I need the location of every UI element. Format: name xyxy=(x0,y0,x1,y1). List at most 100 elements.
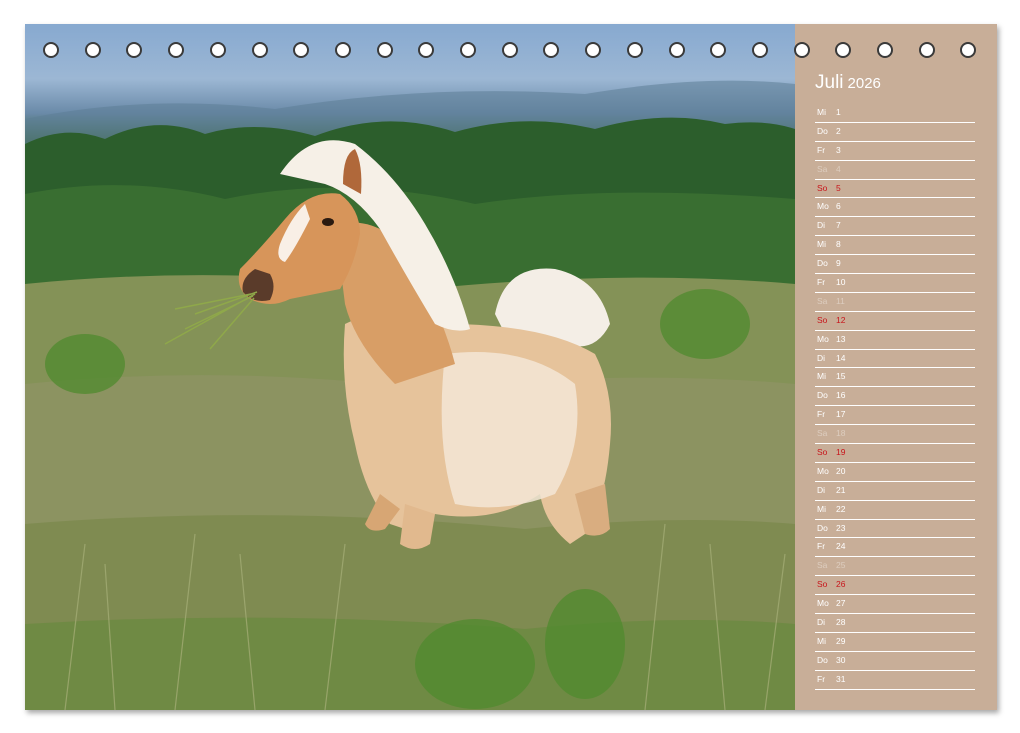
day-number: 17 xyxy=(836,409,846,420)
weekday-label: Fr xyxy=(817,277,826,288)
weekday-label: Mi xyxy=(817,503,826,514)
day-number: 14 xyxy=(836,352,846,363)
day-number: 18 xyxy=(836,428,846,439)
day-row: Mi 8 xyxy=(815,236,975,256)
weekday-label: Do xyxy=(817,125,828,136)
day-row: So 26 xyxy=(815,576,975,596)
binding-hole xyxy=(543,42,560,58)
day-row: Mi 29 xyxy=(815,633,975,652)
weekday-label: Do xyxy=(817,654,828,665)
day-row: Fr 10 xyxy=(815,274,975,293)
day-number: 29 xyxy=(836,635,846,646)
weekday-label: Mo xyxy=(817,201,829,212)
day-row: Mi 15 xyxy=(815,368,975,388)
weekday-label: Sa xyxy=(817,163,828,174)
binding-hole xyxy=(251,42,268,58)
weekday-label: Mi xyxy=(817,107,826,117)
calendar-sidebar: Juli 2026 Mi 1 Do 2 Fr 3 Sa 4 So 5 Mo 6 Di 7 Mi 8 Do 9 Fr 10… xyxy=(795,24,997,710)
day-row: Mo 27 xyxy=(815,595,975,615)
binding-hole xyxy=(460,42,476,58)
day-number: 22 xyxy=(836,503,846,514)
weekday-label: Do xyxy=(817,390,828,401)
day-number: 30 xyxy=(836,654,846,665)
day-row: Di 7 xyxy=(815,217,975,237)
day-row: Fr 24 xyxy=(815,538,975,558)
day-row: Mi 22 xyxy=(815,501,975,520)
day-row: Fr 31 xyxy=(815,671,975,690)
day-number: 28 xyxy=(836,617,846,628)
month-name: Juli xyxy=(815,72,844,93)
horse-illustration xyxy=(25,80,795,710)
day-row: Sa 11 xyxy=(815,293,975,312)
day-number: 21 xyxy=(836,484,846,495)
binding-hole xyxy=(585,42,602,58)
day-number: 27 xyxy=(836,598,846,609)
horse-photo xyxy=(25,24,795,710)
day-row: Di 14 xyxy=(815,350,975,369)
weekday-label: Fr xyxy=(817,144,826,155)
weekday-label: So xyxy=(817,579,828,590)
day-list: Mi 1 Do 2 Fr 3 Sa 4 So 5 Mo 6 Di 7 Mi 8 Do 9 Fr 10 Sa 11 So 12 M… xyxy=(815,104,975,690)
weekday-label: Fr xyxy=(817,673,826,684)
day-number: 24 xyxy=(836,541,846,552)
day-row: Di 21 xyxy=(815,482,975,501)
day-row: Mo 13 xyxy=(815,331,975,350)
day-row: Sa 18 xyxy=(815,425,975,445)
day-number: 6 xyxy=(836,201,841,212)
day-number: 19 xyxy=(836,447,846,458)
binding-hole xyxy=(293,42,310,58)
weekday-label: Sa xyxy=(817,428,828,439)
weekday-label: So xyxy=(817,447,828,458)
binding-hole xyxy=(209,42,226,58)
day-number: 26 xyxy=(836,579,846,590)
day-number: 25 xyxy=(836,560,846,571)
day-number: 7 xyxy=(836,220,841,231)
binding-hole xyxy=(501,42,518,58)
binding-hole xyxy=(793,42,810,58)
weekday-label: Fr xyxy=(817,541,826,552)
binding-hole xyxy=(334,42,351,58)
day-number: 5 xyxy=(836,182,841,193)
day-row: Fr 17 xyxy=(815,406,975,426)
day-number: 4 xyxy=(836,163,841,174)
day-number: 11 xyxy=(836,295,845,306)
weekday-label: Fr xyxy=(817,409,826,420)
day-row: Mi 1 xyxy=(815,104,975,123)
calendar-page: Juli 2026 Mi 1 Do 2 Fr 3 Sa 4 So 5 Mo 6 Di 7 Mi 8 Do 9 Fr 10… xyxy=(25,24,997,710)
day-number: 9 xyxy=(836,258,841,269)
binding-hole xyxy=(960,42,977,58)
weekday-label: Sa xyxy=(817,560,828,571)
weekday-label: Mi xyxy=(817,635,826,646)
day-row: Do 30 xyxy=(815,652,975,671)
binding-hole xyxy=(751,42,768,58)
day-row: Do 9 xyxy=(815,255,975,275)
binding-hole xyxy=(835,42,852,58)
weekday-label: Di xyxy=(817,617,826,628)
day-row: Fr 3 xyxy=(815,142,975,161)
weekday-label: Sa xyxy=(817,295,828,306)
day-row: Do 23 xyxy=(815,520,975,539)
day-row: Mo 20 xyxy=(815,463,975,482)
binding-hole xyxy=(43,42,59,58)
binding-hole xyxy=(376,42,393,58)
binding-hole xyxy=(84,42,101,58)
weekday-label: Di xyxy=(817,484,826,495)
binding-hole xyxy=(918,42,935,58)
month-year: 2026 xyxy=(847,75,881,92)
day-row: So 12 xyxy=(815,312,975,331)
weekday-label: Di xyxy=(817,220,826,231)
day-row: Do 2 xyxy=(815,123,975,142)
weekday-label: Mi xyxy=(817,239,826,250)
binding-hole xyxy=(126,42,143,58)
day-number: 1 xyxy=(836,107,841,117)
day-number: 15 xyxy=(836,371,846,382)
weekday-label: So xyxy=(817,182,828,193)
weekday-label: Do xyxy=(817,522,828,533)
weekday-label: Mi xyxy=(817,371,826,382)
day-number: 8 xyxy=(836,239,841,250)
day-number: 20 xyxy=(836,465,846,476)
weekday-label: Do xyxy=(817,258,828,269)
binding-hole xyxy=(710,42,727,58)
day-number: 16 xyxy=(836,390,846,401)
spiral-binding-holes xyxy=(25,42,997,66)
